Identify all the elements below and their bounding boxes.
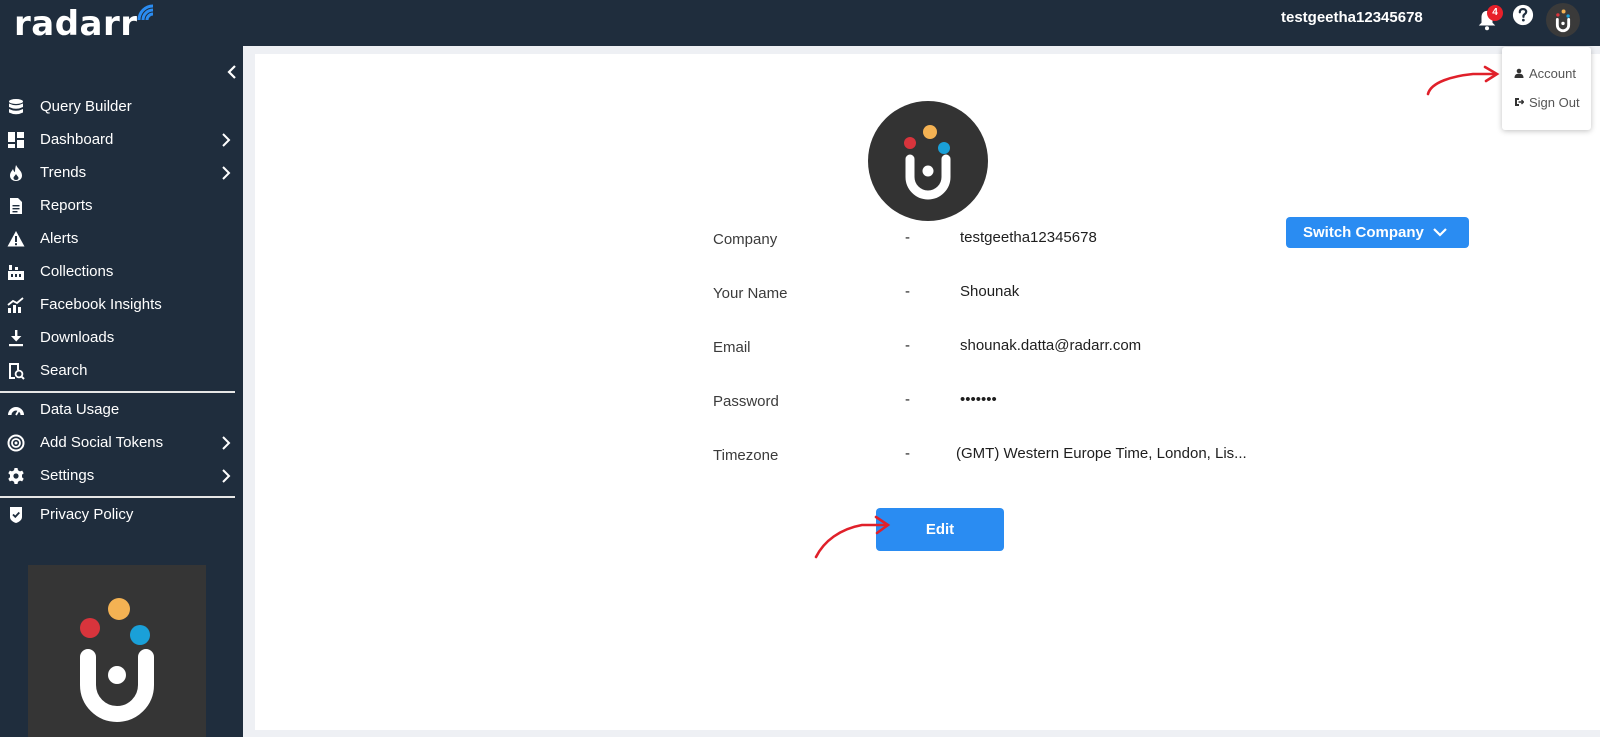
sidebar-divider <box>0 496 235 498</box>
sidebar-item-data-usage[interactable]: Data Usage <box>0 395 243 425</box>
sidebar-item-label: Facebook Insights <box>40 296 162 313</box>
signal-waves-icon <box>137 4 154 21</box>
shield-icon <box>10 507 22 523</box>
timezone-label: Timezone <box>713 447 779 464</box>
company-value: testgeetha12345678 <box>960 229 1097 246</box>
sidebar-item-search[interactable]: Search <box>0 356 243 386</box>
sidebar-divider <box>0 391 235 393</box>
brand-mark-icon <box>1555 9 1571 33</box>
gauge-icon <box>8 407 24 416</box>
sidebar-item-add-social-tokens[interactable]: Add Social Tokens <box>0 428 243 458</box>
company-row: Company - testgeetha12345678 <box>713 228 1273 252</box>
sidebar-item-label: Data Usage <box>40 401 120 418</box>
sidebar-item-settings[interactable]: Settings <box>0 461 243 491</box>
dashboard-icon <box>8 132 24 148</box>
brand-mark-icon <box>904 125 951 200</box>
menu-item-account[interactable]: Account <box>1514 63 1576 83</box>
field-separator: - <box>905 283 910 300</box>
profile-avatar <box>868 101 988 221</box>
search-doc-icon <box>9 363 25 380</box>
field-separator: - <box>905 337 910 354</box>
name-value: Shounak <box>960 283 1020 300</box>
chevron-right-icon <box>222 436 231 450</box>
name-row: Your Name - Shounak <box>713 282 1273 306</box>
menu-item-label: Sign Out <box>1529 94 1580 110</box>
sidebar-item-label: Add Social Tokens <box>40 434 164 451</box>
company-label: Company <box>713 231 778 248</box>
sidebar-item-label: Settings <box>40 467 95 484</box>
menu-item-sign-out[interactable]: Sign Out <box>1514 92 1580 112</box>
sidebar-brand-logo <box>28 565 206 737</box>
chevron-right-icon <box>222 166 231 180</box>
sidebar-item-label: Downloads <box>40 329 115 346</box>
warning-icon <box>7 231 25 247</box>
download-icon <box>9 330 23 347</box>
chevron-right-icon <box>222 469 231 483</box>
chevron-down-icon <box>1433 228 1447 237</box>
document-icon <box>10 198 22 214</box>
switch-company-button[interactable]: Switch Company <box>1286 217 1469 248</box>
sidebar: Query Builder Dashboard Trends Reports A… <box>0 46 243 737</box>
timezone-row: Timezone - (GMT) Western Europe Time, Lo… <box>713 444 1273 468</box>
sidebar-item-label: Trends <box>40 164 87 181</box>
menu-item-label: Account <box>1529 65 1576 81</box>
top-username[interactable]: testgeetha12345678 <box>1281 8 1423 28</box>
sidebar-item-label: Reports <box>40 197 93 214</box>
user-icon <box>1514 68 1524 78</box>
sidebar-item-label: Query Builder <box>40 98 132 115</box>
collections-icon <box>8 265 24 280</box>
help-icon[interactable] <box>1512 4 1534 26</box>
sidebar-item-dashboard[interactable]: Dashboard <box>0 125 243 155</box>
notification-badge: 4 <box>1487 5 1503 21</box>
logo-text: radarr <box>14 4 138 44</box>
chart-icon <box>7 297 24 313</box>
password-value: ••••••• <box>960 391 997 408</box>
email-label: Email <box>713 339 751 356</box>
timezone-value: (GMT) Western Europe Time, London, Lis..… <box>956 445 1247 462</box>
sidebar-item-downloads[interactable]: Downloads <box>0 323 243 353</box>
radarr-logo[interactable]: radarr <box>14 4 154 44</box>
field-separator: - <box>905 445 910 462</box>
switch-company-label: Switch Company <box>1303 224 1424 241</box>
field-separator: - <box>905 391 910 408</box>
sidebar-item-privacy-policy[interactable]: Privacy Policy <box>0 500 243 530</box>
database-icon <box>9 99 23 115</box>
sidebar-item-label: Search <box>40 362 88 379</box>
field-separator: - <box>905 229 910 246</box>
account-panel: Company - testgeetha12345678 Your Name -… <box>255 54 1600 730</box>
password-row: Password - ••••••• <box>713 390 1273 414</box>
edit-button[interactable]: Edit <box>876 508 1004 551</box>
sidebar-item-label: Dashboard <box>40 131 114 148</box>
annotation-arrow-icon <box>814 515 891 559</box>
email-row: Email - shounak.datta@radarr.com <box>713 336 1273 360</box>
user-avatar[interactable] <box>1546 3 1580 37</box>
password-label: Password <box>713 393 779 410</box>
name-label: Your Name <box>713 285 788 302</box>
sidebar-item-reports[interactable]: Reports <box>0 191 243 221</box>
email-value: shounak.datta@radarr.com <box>960 337 1142 354</box>
chevron-right-icon <box>222 133 231 147</box>
sidebar-item-alerts[interactable]: Alerts <box>0 224 243 254</box>
sidebar-item-trends[interactable]: Trends <box>0 158 243 188</box>
collapse-sidebar-icon[interactable] <box>224 64 240 80</box>
flame-icon <box>10 165 22 181</box>
sidebar-item-facebook-insights[interactable]: Facebook Insights <box>0 290 243 320</box>
user-menu-dropdown: Account Sign Out <box>1502 47 1591 130</box>
sidebar-item-collections[interactable]: Collections <box>0 257 243 287</box>
target-icon <box>7 434 25 452</box>
sidebar-item-label: Collections <box>40 263 114 280</box>
sidebar-item-label: Alerts <box>40 230 79 247</box>
sign-out-icon <box>1515 98 1524 106</box>
gear-icon <box>8 468 24 484</box>
sidebar-item-label: Privacy Policy <box>40 506 134 523</box>
sidebar-item-query-builder[interactable]: Query Builder <box>0 92 243 122</box>
brand-mark-icon <box>80 598 154 722</box>
top-bar: radarr testgeetha12345678 4 <box>0 0 1600 46</box>
annotation-arrow-icon <box>1426 65 1500 96</box>
